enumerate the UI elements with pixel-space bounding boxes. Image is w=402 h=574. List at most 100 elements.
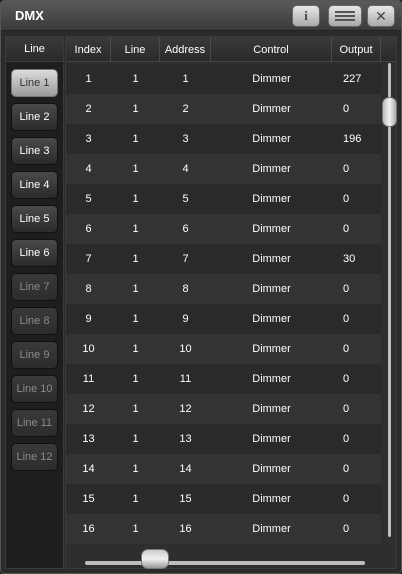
cell-control: Dimmer bbox=[252, 343, 291, 355]
title-bar: DMX i ✕ bbox=[1, 1, 401, 31]
vertical-scroll-thumb[interactable] bbox=[382, 97, 397, 127]
table-row[interactable]: 2 1 2 Dimmer 0 bbox=[66, 94, 381, 124]
cell-control: Dimmer bbox=[252, 493, 291, 505]
cell-index: 4 bbox=[85, 163, 92, 175]
cell-output: 0 bbox=[343, 343, 350, 355]
cell-output: 0 bbox=[343, 433, 350, 445]
cell-line: 1 bbox=[132, 253, 139, 265]
cell-index: 3 bbox=[85, 133, 92, 145]
horizontal-scrollbar[interactable] bbox=[85, 549, 365, 569]
cell-index: 5 bbox=[85, 193, 92, 205]
cell-address: 5 bbox=[182, 193, 189, 205]
line-button-4[interactable]: Line 4 bbox=[11, 171, 58, 199]
line-button-9[interactable]: Line 9 bbox=[11, 341, 58, 369]
cell-address: 11 bbox=[179, 373, 192, 385]
cell-control: Dimmer bbox=[252, 373, 291, 385]
cell-control: Dimmer bbox=[252, 133, 291, 145]
col-header-address[interactable]: Address bbox=[160, 37, 211, 62]
cell-index: 2 bbox=[85, 103, 92, 115]
horizontal-scroll-track[interactable] bbox=[85, 561, 365, 565]
cell-output: 0 bbox=[343, 193, 350, 205]
line-button-7[interactable]: Line 7 bbox=[11, 273, 58, 301]
vertical-scrollbar[interactable] bbox=[382, 63, 397, 537]
cell-address: 8 bbox=[182, 283, 189, 295]
table-row[interactable]: 15 1 15 Dimmer 0 bbox=[66, 484, 381, 514]
cell-line: 1 bbox=[132, 523, 139, 535]
info-icon: i bbox=[304, 8, 308, 23]
table-row[interactable]: 6 1 6 Dimmer 0 bbox=[66, 214, 381, 244]
dmx-table: Index Line Address Control Output 1 1 1 Dim… bbox=[65, 36, 397, 569]
line-button-1[interactable]: Line 1 bbox=[11, 69, 58, 97]
cell-index: 7 bbox=[85, 253, 92, 265]
line-button-12[interactable]: Line 12 bbox=[11, 443, 58, 471]
window-title: DMX bbox=[15, 8, 44, 23]
cell-index: 16 bbox=[82, 523, 95, 535]
menu-button[interactable] bbox=[328, 5, 362, 27]
table-row[interactable]: 4 1 4 Dimmer 0 bbox=[66, 154, 381, 184]
table-row[interactable]: 7 1 7 Dimmer 30 bbox=[66, 244, 381, 274]
table-row[interactable]: 5 1 5 Dimmer 0 bbox=[66, 184, 381, 214]
table-row[interactable]: 9 1 9 Dimmer 0 bbox=[66, 304, 381, 334]
cell-control: Dimmer bbox=[252, 403, 291, 415]
close-icon: ✕ bbox=[375, 7, 387, 24]
info-button[interactable]: i bbox=[292, 5, 320, 27]
cell-output: 0 bbox=[343, 223, 350, 235]
table-row[interactable]: 16 1 16 Dimmer 0 bbox=[66, 514, 381, 544]
cell-index: 6 bbox=[85, 223, 92, 235]
cell-address: 6 bbox=[182, 223, 189, 235]
line-button-5[interactable]: Line 5 bbox=[11, 205, 58, 233]
table-row[interactable]: 14 1 14 Dimmer 0 bbox=[66, 454, 381, 484]
cell-address: 10 bbox=[179, 343, 192, 355]
close-button[interactable]: ✕ bbox=[367, 5, 395, 27]
cell-output: 0 bbox=[343, 493, 350, 505]
cell-address: 9 bbox=[182, 313, 189, 325]
cell-line: 1 bbox=[132, 193, 139, 205]
cell-line: 1 bbox=[132, 223, 139, 235]
line-button-2[interactable]: Line 2 bbox=[11, 103, 58, 131]
cell-index: 12 bbox=[82, 403, 95, 415]
cell-index: 8 bbox=[85, 283, 92, 295]
cell-control: Dimmer bbox=[252, 193, 291, 205]
cell-line: 1 bbox=[132, 283, 139, 295]
cell-address: 1 bbox=[182, 73, 189, 85]
col-header-control[interactable]: Control bbox=[211, 37, 332, 62]
cell-address: 16 bbox=[179, 523, 192, 535]
horizontal-scroll-thumb[interactable] bbox=[141, 549, 169, 569]
cell-output: 0 bbox=[343, 163, 350, 175]
line-button-3[interactable]: Line 3 bbox=[11, 137, 58, 165]
col-header-index[interactable]: Index bbox=[66, 37, 111, 62]
cell-output: 0 bbox=[343, 373, 350, 385]
cell-address: 4 bbox=[182, 163, 189, 175]
cell-output: 0 bbox=[343, 403, 350, 415]
table-row[interactable]: 8 1 8 Dimmer 0 bbox=[66, 274, 381, 304]
line-button-11[interactable]: Line 11 bbox=[11, 409, 58, 437]
table-row[interactable]: 13 1 13 Dimmer 0 bbox=[66, 424, 381, 454]
table-row[interactable]: 11 1 11 Dimmer 0 bbox=[66, 364, 381, 394]
table-row[interactable]: 1 1 1 Dimmer 227 bbox=[66, 64, 381, 94]
table-header: Index Line Address Control Output bbox=[66, 37, 396, 62]
cell-control: Dimmer bbox=[252, 253, 291, 265]
line-button-6[interactable]: Line 6 bbox=[11, 239, 58, 267]
cell-control: Dimmer bbox=[252, 223, 291, 235]
table-row[interactable]: 3 1 3 Dimmer 196 bbox=[66, 124, 381, 154]
cell-line: 1 bbox=[132, 403, 139, 415]
cell-control: Dimmer bbox=[252, 433, 291, 445]
line-panel: Line Line 1 Line 2 Line 3 Line 4 Line 5 Line … bbox=[5, 36, 64, 569]
table-row[interactable]: 10 1 10 Dimmer 0 bbox=[66, 334, 381, 364]
col-header-line[interactable]: Line bbox=[111, 37, 160, 62]
cell-line: 1 bbox=[132, 343, 139, 355]
cell-index: 13 bbox=[82, 433, 95, 445]
line-button-10[interactable]: Line 10 bbox=[11, 375, 58, 403]
cell-index: 14 bbox=[82, 463, 95, 475]
col-header-output[interactable]: Output bbox=[332, 37, 381, 62]
cell-line: 1 bbox=[132, 373, 139, 385]
cell-line: 1 bbox=[132, 463, 139, 475]
table-row[interactable]: 12 1 12 Dimmer 0 bbox=[66, 394, 381, 424]
cell-line: 1 bbox=[132, 73, 139, 85]
vertical-scroll-track[interactable] bbox=[388, 63, 391, 537]
line-button-8[interactable]: Line 8 bbox=[11, 307, 58, 335]
cell-address: 7 bbox=[182, 253, 189, 265]
cell-output: 0 bbox=[343, 313, 350, 325]
cell-index: 15 bbox=[82, 493, 95, 505]
cell-control: Dimmer bbox=[252, 163, 291, 175]
